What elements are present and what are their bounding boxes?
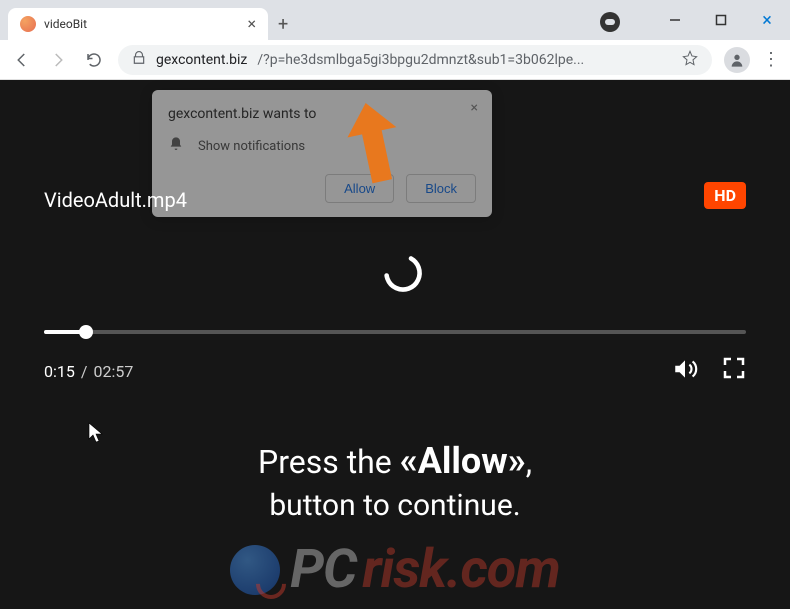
watermark-text-2: risk.com	[362, 538, 559, 601]
watermark-logo-icon	[230, 545, 280, 595]
forward-button[interactable]	[46, 48, 70, 72]
video-current-time: 0:15	[44, 362, 75, 381]
minimize-button[interactable]	[652, 0, 698, 40]
tab-title: videoBit	[44, 17, 239, 31]
menu-button[interactable]: ⋮	[762, 49, 780, 70]
msg-suffix: ,	[526, 443, 532, 481]
browser-tab-strip: videoBit × + ×	[0, 0, 790, 40]
profile-button[interactable]	[724, 47, 750, 73]
notification-permission-popup: × gexcontent.biz wants to Show notificat…	[152, 90, 492, 217]
loading-spinner-icon	[380, 250, 426, 300]
window-controls: ×	[652, 0, 790, 40]
incognito-icon	[600, 12, 620, 32]
instruction-message: Press the «Allow», button to continue.	[0, 440, 790, 523]
close-icon[interactable]: ×	[471, 100, 478, 116]
video-time-display: 0:15 / 02:57	[44, 356, 746, 386]
browser-toolbar: gexcontent.biz /?p=he3dsmlbga5gi3bpgu2dmn…	[0, 40, 790, 80]
cursor-icon	[88, 422, 106, 448]
notification-title: gexcontent.biz wants to	[168, 106, 476, 122]
new-tab-button[interactable]: +	[278, 14, 288, 35]
progress-thumb[interactable]	[79, 325, 93, 339]
close-icon[interactable]: ×	[247, 16, 256, 32]
watermark-text-1: PC	[290, 538, 356, 601]
bell-icon	[168, 136, 184, 156]
lock-icon	[132, 51, 146, 69]
msg-allow-word: «Allow»	[400, 440, 526, 482]
address-bar[interactable]: gexcontent.biz /?p=he3dsmlbga5gi3bpgu2dmn…	[118, 45, 712, 75]
back-button[interactable]	[10, 48, 34, 72]
reload-button[interactable]	[82, 48, 106, 72]
fullscreen-icon[interactable]	[722, 356, 746, 386]
volume-icon[interactable]	[672, 356, 698, 386]
tab-favicon	[20, 16, 36, 32]
bookmark-star-icon[interactable]	[682, 50, 698, 70]
maximize-button[interactable]	[698, 0, 744, 40]
msg-line2: button to continue.	[0, 488, 790, 523]
browser-tab[interactable]: videoBit ×	[8, 8, 268, 40]
url-path: /?p=he3dsmlbga5gi3bpgu2dmnzt&sub1=3b062l…	[257, 52, 584, 68]
video-progress-bar[interactable]	[44, 330, 746, 334]
block-button[interactable]: Block	[406, 174, 476, 203]
page-content: × gexcontent.biz wants to Show notificat…	[0, 80, 790, 609]
notification-line: Show notifications	[198, 139, 305, 154]
pointer-arrow-icon	[340, 102, 410, 196]
url-domain: gexcontent.biz	[156, 52, 247, 68]
msg-prefix: Press the	[258, 443, 400, 481]
video-duration: 02:57	[93, 362, 133, 381]
watermark: PCrisk.com	[0, 538, 790, 601]
window-close-button[interactable]: ×	[744, 0, 790, 40]
hd-badge: HD	[704, 182, 746, 209]
